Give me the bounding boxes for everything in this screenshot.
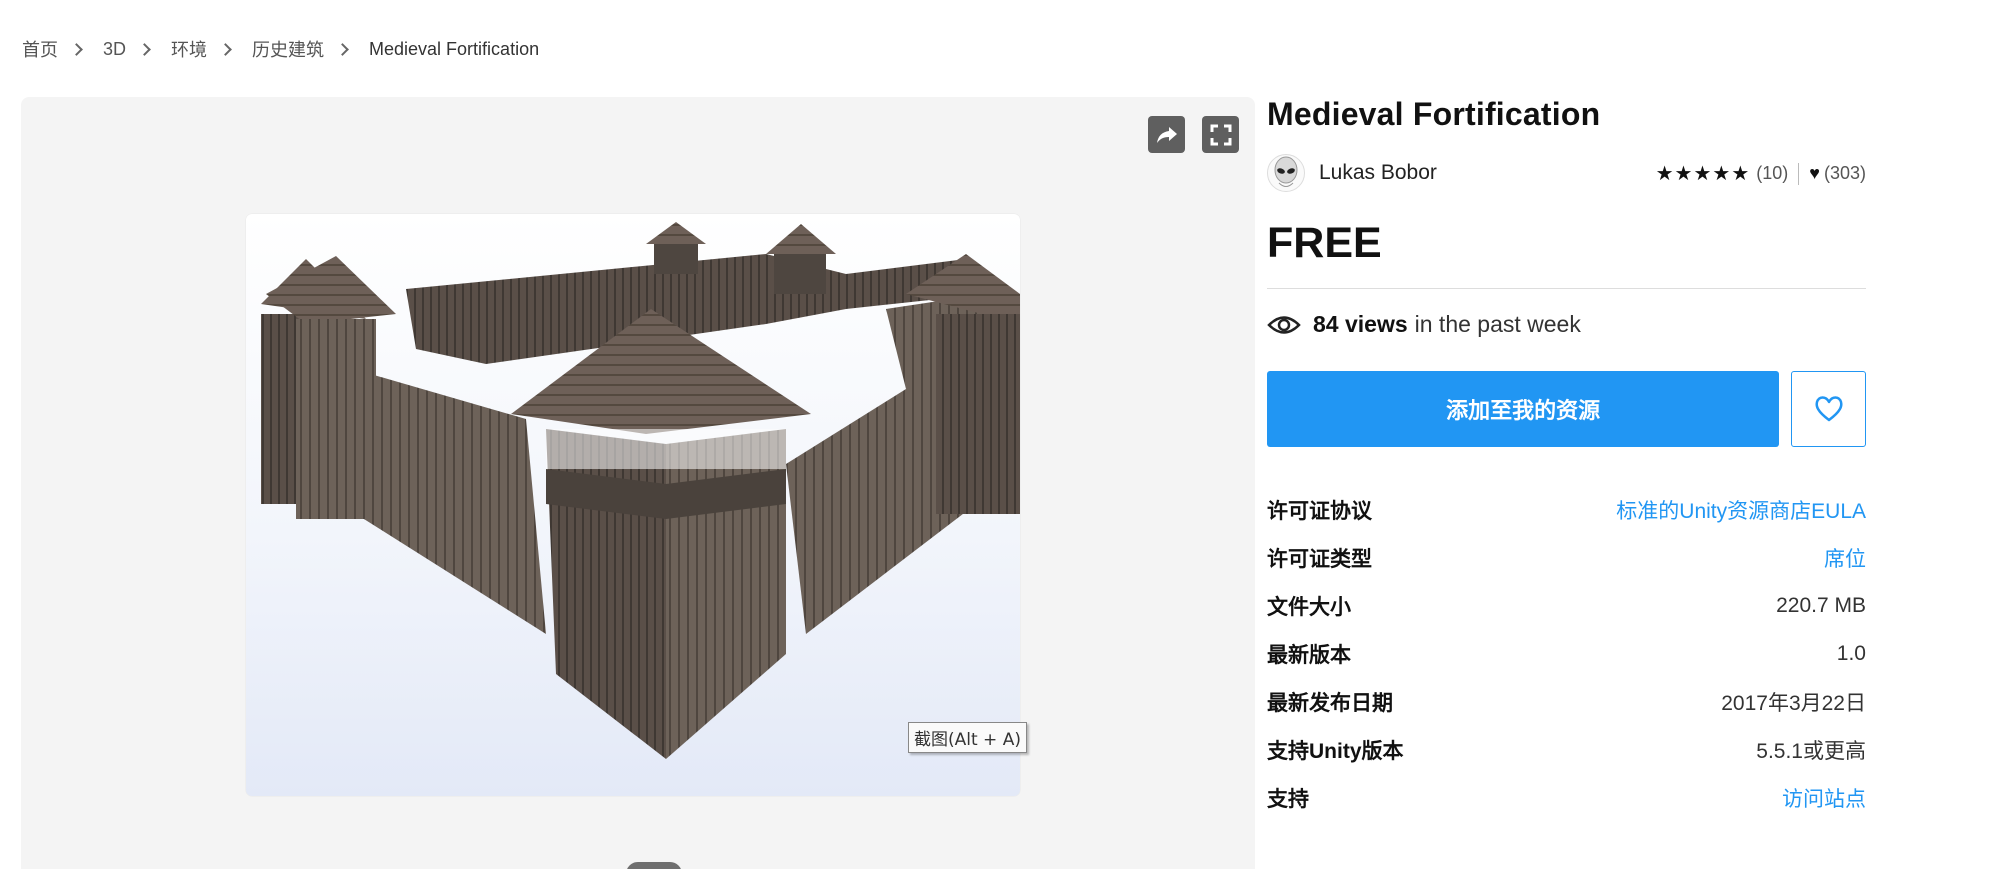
alien-avatar-icon [1274,156,1298,187]
rating-summary[interactable]: ★★★★★ (10) ♥ (303) [1656,161,1866,186]
media-viewer: 截图(Alt + A) [21,97,1255,869]
views-suffix: in the past week [1414,311,1581,337]
release-date-value: 2017年3月22日 [1721,692,1866,715]
rating-stars: ★★★★★ [1655,163,1751,185]
detail-row-latest-version: 最新版本 1.0 [1267,630,1866,678]
breadcrumb-environment[interactable]: 环境 [171,36,207,62]
detail-row-unity-version: 支持Unity版本 5.5.1或更高 [1267,726,1866,774]
share-arrow-icon [1156,126,1177,143]
divider [1267,288,1866,289]
breadcrumb-3d[interactable]: 3D [103,39,126,60]
detail-label: 文件大小 [1267,596,1351,619]
share-button[interactable] [1148,116,1185,153]
detail-row-file-size: 文件大小 220.7 MB [1267,582,1866,630]
detail-label: 最新版本 [1267,644,1351,667]
fullscreen-button[interactable] [1202,116,1239,153]
detail-row-release-date: 最新发布日期 2017年3月22日 [1267,678,1866,726]
rating-count: (10) [1756,163,1789,183]
screenshot-tooltip: 截图(Alt + A) [908,722,1027,753]
file-size-value: 220.7 MB [1776,594,1866,617]
breadcrumb-historic-buildings[interactable]: 历史建筑 [252,36,324,62]
detail-row-license-agreement: 许可证协议 标准的Unity资源商店EULA [1267,486,1866,534]
chevron-right-icon [70,42,83,56]
eye-icon [1267,315,1301,334]
product-details: 许可证协议 标准的Unity资源商店EULA 许可证类型 席位 文件大小 220… [1267,486,1866,822]
detail-label: 许可证协议 [1267,500,1372,523]
unity-version-value: 5.5.1或更高 [1756,740,1866,763]
heart-outline-icon [1815,396,1843,422]
detail-label: 许可证类型 [1267,548,1372,571]
weekly-views: 84 views in the past week [1267,311,1866,338]
product-info-panel: Medieval Fortification Lukas Bobor ★★★★★… [1267,96,1866,822]
detail-label: 最新发布日期 [1267,692,1393,715]
detail-label: 支持Unity版本 [1267,740,1404,763]
detail-row-support: 支持 访问站点 [1267,774,1866,822]
divider [1798,162,1800,185]
carousel-scroll-handle[interactable] [626,862,682,869]
breadcrumb: 首页 3D 环境 历史建筑 Medieval Fortification [22,36,539,62]
product-title: Medieval Fortification [1267,96,1601,132]
license-agreement-link[interactable]: 标准的Unity资源商店EULA [1616,495,1866,525]
license-type-link[interactable]: 席位 [1824,543,1866,573]
price: FREE [1267,219,1382,267]
detail-row-license-type: 许可证类型 席位 [1267,534,1866,582]
chevron-right-icon [336,42,349,56]
visit-site-link[interactable]: 访问站点 [1782,783,1866,813]
fullscreen-icon [1210,124,1231,145]
heart-icon: ♥ [1809,163,1820,183]
author-row: Lukas Bobor ★★★★★ (10) ♥ (303) [1267,153,1866,193]
breadcrumb-home[interactable]: 首页 [22,36,58,62]
add-to-my-assets-button[interactable]: 添加至我的资源 [1267,371,1780,447]
breadcrumb-current: Medieval Fortification [369,38,540,59]
favorite-button[interactable] [1791,371,1866,447]
avatar[interactable] [1267,154,1305,192]
views-count: 84 views [1313,311,1408,337]
detail-label: 支持 [1267,788,1309,811]
chevron-right-icon [138,42,151,56]
author-name-link[interactable]: Lukas Bobor [1319,161,1437,185]
product-preview-image[interactable] [246,214,1020,796]
chevron-right-icon [219,42,232,56]
favorites-count: (303) [1823,163,1866,183]
action-buttons: 添加至我的资源 [1267,371,1866,447]
latest-version-value: 1.0 [1836,642,1866,665]
